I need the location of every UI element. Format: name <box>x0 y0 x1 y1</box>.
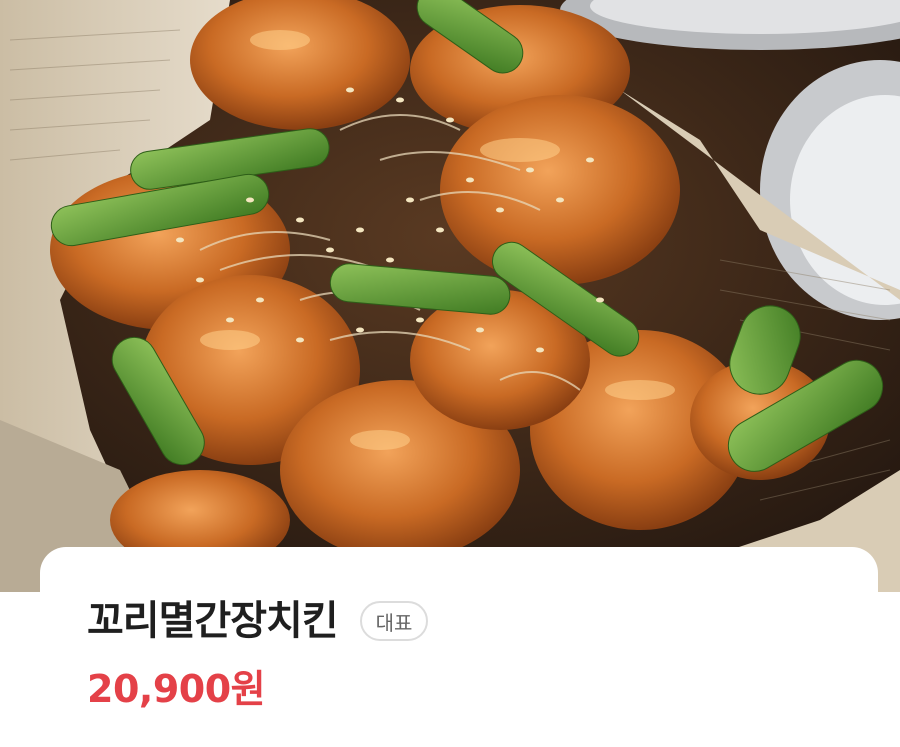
menu-item-name: 꼬리멸간장치킨 <box>87 598 339 644</box>
title-row: 꼬리멸간장치킨 대표 <box>87 595 429 647</box>
menu-photo <box>0 0 900 592</box>
menu-info-card: 꼬리멸간장치킨 대표 20,900원 <box>40 547 878 747</box>
signature-badge: 대표 <box>359 601 429 641</box>
menu-item-price: 20,900원 <box>87 667 266 711</box>
